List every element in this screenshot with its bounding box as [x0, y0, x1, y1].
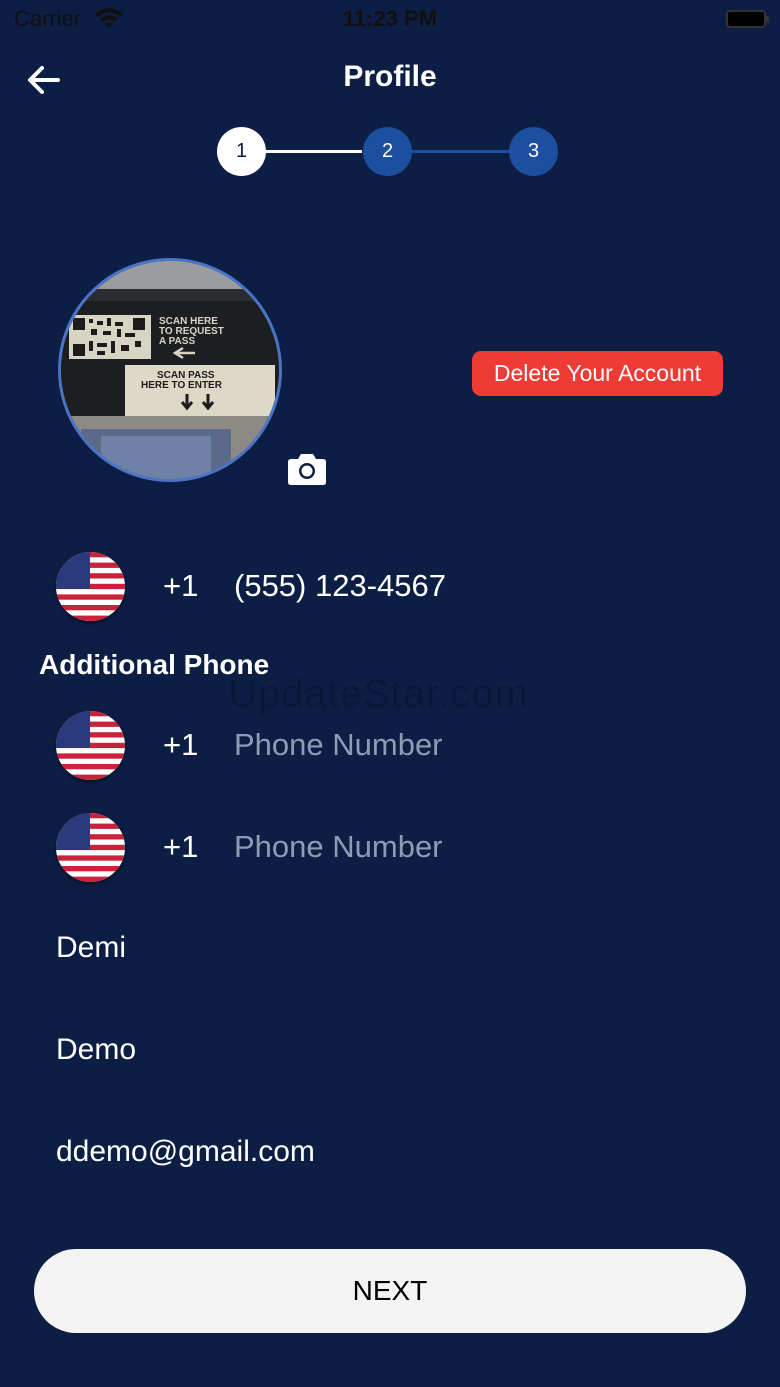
progress-stepper: 1 2 3	[0, 127, 780, 177]
status-bar: Carrier 11:23 PM	[0, 0, 780, 40]
country-code: +1	[163, 568, 199, 603]
step-connector-1	[266, 150, 362, 153]
camera-icon[interactable]	[284, 450, 330, 490]
additional-phone-row-2: +1	[56, 813, 736, 883]
country-code: +1	[163, 829, 199, 864]
step-connector-2	[412, 150, 510, 153]
additional-phone-row-1: +1	[56, 711, 736, 781]
next-button[interactable]: NEXT	[34, 1249, 746, 1333]
primary-phone-row: +1	[56, 552, 736, 622]
email-field[interactable]	[56, 1124, 726, 1180]
country-code: +1	[163, 727, 199, 762]
first-name-field[interactable]	[56, 920, 726, 976]
step-2[interactable]: 2	[363, 127, 412, 176]
additional-phone-input-1[interactable]	[234, 719, 714, 771]
step-3[interactable]: 3	[509, 127, 558, 176]
last-name-field[interactable]	[56, 1022, 726, 1078]
primary-phone-input[interactable]	[234, 560, 714, 612]
us-flag-icon[interactable]	[56, 552, 125, 621]
page-title: Profile	[343, 60, 437, 93]
additional-phone-input-2[interactable]	[234, 821, 714, 873]
delete-account-button[interactable]: Delete Your Account	[472, 351, 723, 396]
svg-text:A PASS: A PASS	[159, 336, 195, 347]
us-flag-icon[interactable]	[56, 711, 125, 780]
svg-text:HERE TO ENTER: HERE TO ENTER	[141, 380, 223, 391]
profile-avatar[interactable]: SCAN HERE TO REQUEST A PASS SCAN PASS HE…	[58, 258, 282, 482]
battery-icon	[726, 10, 769, 28]
status-time: 11:23 PM	[342, 6, 438, 31]
profile-photo: SCAN HERE TO REQUEST A PASS SCAN PASS HE…	[61, 261, 279, 479]
us-flag-icon[interactable]	[56, 813, 125, 882]
step-1[interactable]: 1	[217, 127, 266, 176]
